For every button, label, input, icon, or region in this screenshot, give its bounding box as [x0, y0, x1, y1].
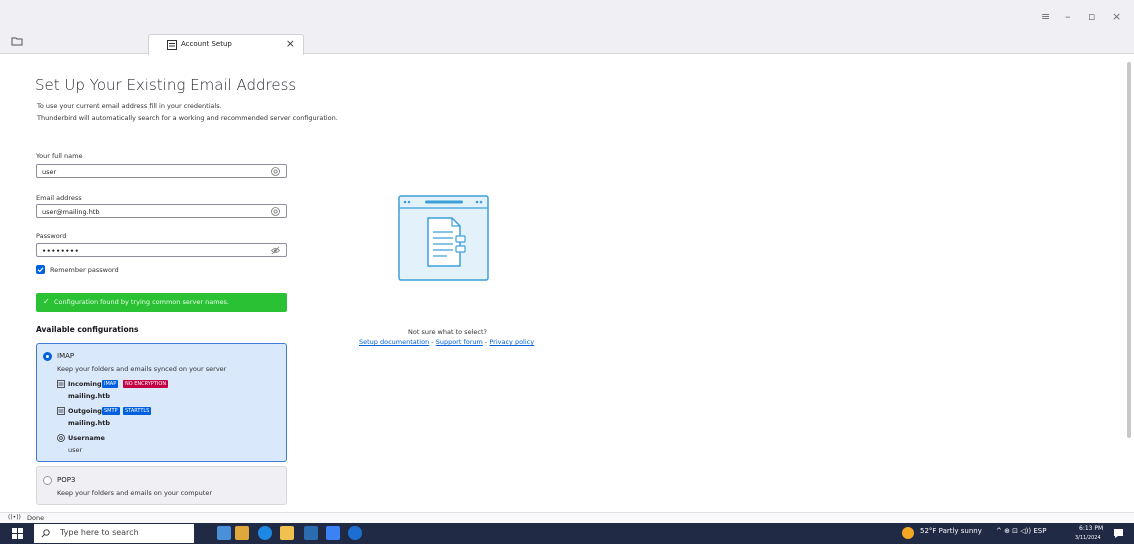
status-line-text: Done — [27, 514, 45, 522]
search-placeholder: Type here to search — [60, 528, 139, 537]
config-option-imap[interactable]: IMAP Keep your folders and emails synced… — [36, 343, 287, 462]
app-menu-icon[interactable]: ≡ — [1041, 10, 1050, 23]
email-field[interactable]: user@mailing.htb — [36, 204, 287, 218]
intro-text-line2: Thunderbird will automatically search fo… — [37, 114, 338, 122]
checkmark-icon — [37, 267, 44, 273]
outgoing-label: Outgoing — [68, 407, 102, 415]
weather-icon[interactable] — [902, 527, 914, 539]
activity-icon: ((•)) — [8, 514, 21, 521]
title-bar: ≡ – ▫ × — [0, 0, 1134, 31]
password-value: •••••••• — [42, 247, 80, 255]
clock-time[interactable]: 6:13 PM — [1079, 525, 1103, 532]
search-icon — [41, 529, 50, 538]
check-icon: ✓ — [43, 297, 50, 306]
tab-account-setup[interactable]: Account Setup × — [148, 34, 304, 55]
status-line: ((•)) Done — [0, 512, 1134, 523]
mail-icon[interactable] — [326, 526, 340, 540]
notifications-icon[interactable] — [1113, 528, 1124, 539]
windows-taskbar: Type here to search 52°F Partly sunny ^ … — [0, 523, 1134, 544]
minimize-button[interactable]: – — [1065, 10, 1071, 23]
weather-text[interactable]: 52°F Partly sunny — [920, 527, 982, 535]
at-sign-icon — [57, 434, 65, 442]
incoming-label: Incoming — [68, 380, 102, 388]
config-found-message: Configuration found by trying common ser… — [54, 298, 229, 306]
fullname-field[interactable]: user — [36, 164, 287, 178]
outgoing-server-icon — [57, 407, 65, 415]
remember-password-label[interactable]: Remember password — [50, 266, 119, 274]
info-icon — [271, 167, 280, 176]
tab-title: Account Setup — [181, 40, 232, 48]
store-icon[interactable] — [304, 526, 318, 540]
email-value: user@mailing.htb — [42, 208, 100, 216]
clock-date[interactable]: 3/11/2024 — [1075, 535, 1101, 541]
incoming-host: mailing.htb — [68, 392, 110, 400]
info-icon — [271, 207, 280, 216]
tab-strip: Account Setup × — [0, 31, 1134, 55]
pop3-radio[interactable] — [43, 476, 52, 485]
incoming-protocol-badge: IMAP — [102, 380, 119, 388]
username-value: user — [68, 446, 83, 454]
taskbar-search-input[interactable]: Type here to search — [34, 524, 194, 543]
taskbar-app-icon[interactable] — [217, 526, 231, 540]
folder-icon[interactable] — [11, 36, 23, 46]
windows-start-icon[interactable] — [12, 528, 23, 539]
incoming-server-icon — [57, 380, 65, 388]
file-explorer-icon[interactable] — [280, 526, 294, 540]
restore-button[interactable]: ▫ — [1088, 10, 1095, 23]
account-setup-illustration — [398, 195, 489, 281]
help-question: Not sure what to select? — [408, 328, 487, 336]
close-window-button[interactable]: × — [1112, 10, 1121, 23]
edge-browser-icon[interactable] — [258, 526, 272, 540]
username-label: Username — [68, 434, 105, 442]
config-found-notice: ✓ Configuration found by trying common s… — [36, 293, 287, 312]
account-setup-icon — [167, 40, 177, 50]
outgoing-encryption-badge: STARTTLS — [123, 407, 152, 415]
thunderbird-icon[interactable] — [348, 526, 362, 540]
page-title: Set Up Your Existing Email Address — [35, 76, 297, 94]
imap-radio[interactable] — [43, 352, 52, 361]
remember-password-checkbox[interactable] — [36, 265, 45, 274]
pop3-title: POP3 — [57, 476, 76, 484]
support-forum-link[interactable]: Support forum — [436, 338, 483, 346]
scrollbar-thumb[interactable] — [1127, 62, 1131, 438]
setup-documentation-link[interactable]: Setup documentation — [359, 338, 429, 346]
config-option-pop3[interactable]: POP3 Keep your folders and emails on you… — [36, 466, 287, 505]
help-links: Setup documentation - Support forum - Pr… — [359, 338, 534, 346]
email-label: Email address — [36, 194, 82, 202]
system-tray-icons[interactable]: ^ ⊕ ⊡ ◁)) ESP — [996, 527, 1046, 535]
fullname-value: user — [42, 168, 57, 176]
available-configurations-title: Available configurations — [36, 325, 139, 334]
incoming-encryption-badge: NO ENCRYPTION — [123, 380, 169, 388]
imap-title: IMAP — [57, 352, 75, 360]
password-label: Password — [36, 232, 67, 240]
tab-close-button[interactable]: × — [286, 37, 295, 50]
outgoing-host: mailing.htb — [68, 419, 110, 427]
intro-text-line1: To use your current email address fill i… — [37, 102, 222, 110]
imap-description: Keep your folders and emails synced on y… — [57, 365, 227, 373]
password-field[interactable]: •••••••• — [36, 243, 287, 257]
show-password-eye-icon[interactable] — [271, 246, 280, 255]
pop3-description: Keep your folders and emails on your com… — [57, 489, 212, 497]
privacy-policy-link[interactable]: Privacy policy — [489, 338, 534, 346]
fullname-label: Your full name — [36, 152, 83, 160]
taskbar-app-icon[interactable] — [235, 526, 249, 540]
outgoing-protocol-badge: SMTP — [102, 407, 120, 415]
